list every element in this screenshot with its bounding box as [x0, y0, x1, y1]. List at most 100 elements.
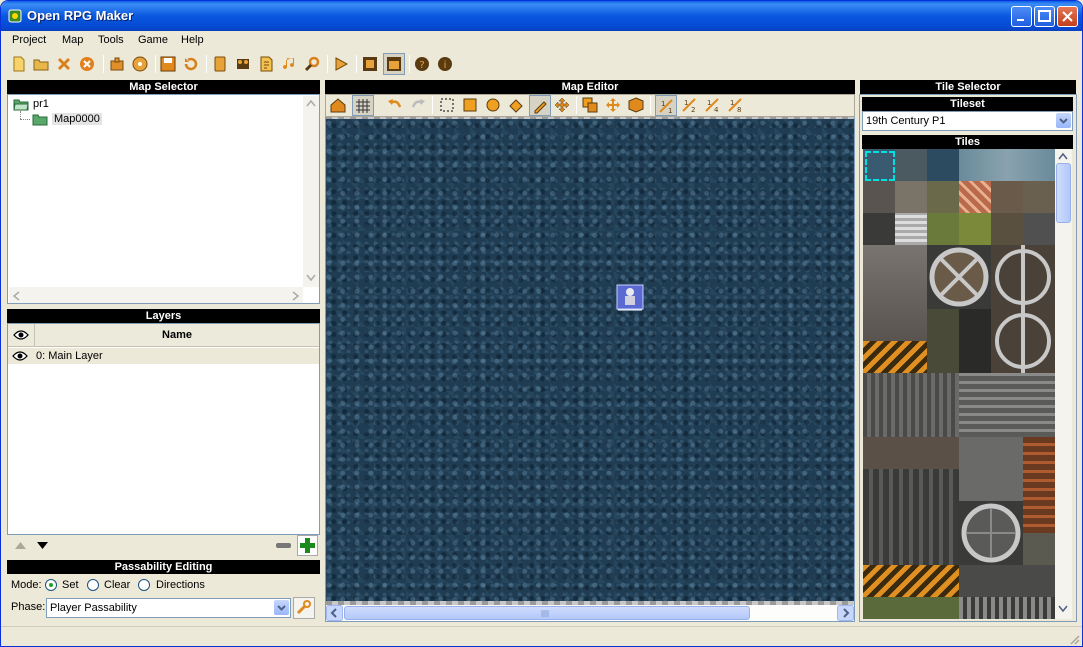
tile[interactable] [927, 181, 959, 213]
tileset-select[interactable]: 19th Century P1 [862, 111, 1073, 131]
tile[interactable] [927, 213, 959, 245]
tile[interactable] [863, 213, 895, 245]
menu-help[interactable]: Help [181, 34, 204, 46]
menu-tools[interactable]: Tools [98, 34, 124, 46]
fullscreen-icon[interactable] [362, 56, 378, 72]
tile[interactable] [927, 149, 959, 181]
zoom-1-4-icon[interactable]: 14 [704, 97, 720, 113]
scroll-left-icon[interactable] [12, 291, 20, 301]
tile[interactable] [959, 181, 991, 213]
tree-item-pr1[interactable]: pr1 [33, 98, 49, 110]
tile[interactable] [1023, 533, 1055, 565]
map-selector-vscroll[interactable] [303, 96, 319, 287]
mode-directions-radio[interactable] [138, 579, 150, 591]
tile[interactable] [959, 149, 1055, 181]
pan-icon[interactable] [605, 97, 621, 113]
move-layer-up-icon[interactable] [11, 536, 30, 555]
tree-item-map0000[interactable]: Map0000 [52, 113, 102, 125]
tile[interactable] [863, 245, 927, 341]
resize-grip-icon[interactable] [1068, 633, 1080, 645]
close-project-icon[interactable] [79, 56, 95, 72]
tiles-grid[interactable] [863, 149, 1055, 619]
info-icon[interactable]: i [437, 56, 453, 72]
tile[interactable] [863, 597, 959, 619]
fill-tool-icon[interactable] [508, 97, 524, 113]
ellipse-tool-icon[interactable] [485, 97, 501, 113]
undo-icon[interactable] [387, 97, 403, 113]
tile[interactable] [895, 149, 927, 181]
tile[interactable] [863, 469, 959, 565]
tile[interactable] [1023, 437, 1055, 533]
table-row[interactable]: 0: Main Layer [8, 348, 319, 364]
tile[interactable] [927, 245, 991, 309]
save-icon[interactable] [160, 56, 176, 72]
scroll-up-icon[interactable] [306, 99, 316, 107]
zoom-1-8-icon[interactable]: 18 [727, 97, 743, 113]
pencil-tool-toggle[interactable] [529, 95, 551, 116]
database-icon[interactable] [212, 56, 228, 72]
tile[interactable] [863, 565, 959, 597]
title-bar[interactable]: Open RPG Maker [1, 1, 1082, 31]
scroll-right-icon[interactable] [292, 291, 300, 301]
map-selector-hscroll[interactable] [9, 287, 303, 303]
scroll-down-icon[interactable] [1058, 605, 1068, 613]
move-layer-down-icon[interactable] [33, 536, 52, 555]
cube-icon[interactable] [628, 97, 644, 113]
minimize-button[interactable] [1011, 6, 1032, 27]
map-canvas[interactable] [326, 119, 854, 604]
disc-icon[interactable] [132, 56, 148, 72]
scroll-down-icon[interactable] [306, 274, 316, 282]
close-button[interactable] [1057, 6, 1078, 27]
music-icon[interactable] [281, 56, 297, 72]
tile[interactable] [959, 565, 1055, 597]
copy-icon[interactable] [582, 97, 598, 113]
tile[interactable] [927, 309, 959, 373]
delete-icon[interactable] [56, 56, 72, 72]
mode-clear-label[interactable]: Clear [104, 579, 130, 591]
rectangle-tool-icon[interactable] [462, 97, 478, 113]
tile[interactable] [959, 597, 1055, 619]
redo-icon[interactable] [410, 97, 426, 113]
package-icon[interactable] [109, 56, 125, 72]
tile[interactable] [863, 181, 895, 213]
tile[interactable] [959, 501, 1023, 565]
menu-game[interactable]: Game [138, 34, 168, 46]
mode-directions-label[interactable]: Directions [156, 579, 205, 591]
search-icon[interactable] [304, 56, 320, 72]
tile[interactable] [895, 181, 927, 213]
tile[interactable] [991, 213, 1023, 245]
visibility-column-header[interactable] [8, 324, 35, 347]
tile[interactable] [991, 245, 1055, 373]
scroll-up-icon[interactable] [1058, 152, 1068, 160]
new-project-icon[interactable] [11, 56, 27, 72]
tile[interactable] [863, 341, 927, 373]
scroll-right-icon[interactable] [837, 605, 854, 621]
select-rect-icon[interactable] [439, 97, 455, 113]
tile[interactable] [895, 213, 927, 245]
tile[interactable] [863, 373, 959, 437]
mode-set-radio[interactable] [45, 579, 57, 591]
player-start-event[interactable] [616, 284, 644, 312]
tile[interactable] [1023, 181, 1055, 213]
phase-dropdown-button[interactable] [274, 600, 289, 615]
remove-layer-icon[interactable] [274, 536, 293, 555]
revert-icon[interactable] [183, 56, 199, 72]
grid-toggle[interactable] [352, 95, 374, 116]
wrench-icon[interactable] [293, 597, 315, 619]
mode-clear-radio[interactable] [87, 579, 99, 591]
tile[interactable] [959, 213, 991, 245]
tile[interactable] [959, 373, 1055, 437]
name-column-header[interactable]: Name [35, 324, 319, 347]
move-tool-icon[interactable] [554, 97, 570, 113]
zoom-1-1-toggle[interactable]: 11 [655, 95, 677, 116]
tile[interactable] [959, 437, 1023, 501]
menu-map[interactable]: Map [62, 34, 83, 46]
play-icon[interactable] [333, 56, 349, 72]
maximize-button[interactable] [1034, 6, 1055, 27]
map-selector-tree[interactable]: pr1 Map0000 [7, 94, 320, 304]
map-hscroll-thumb[interactable] [344, 606, 750, 620]
tile[interactable] [863, 437, 959, 469]
open-project-icon[interactable] [33, 56, 49, 72]
phase-select[interactable]: Player Passability [46, 598, 291, 618]
tile[interactable] [991, 181, 1023, 213]
